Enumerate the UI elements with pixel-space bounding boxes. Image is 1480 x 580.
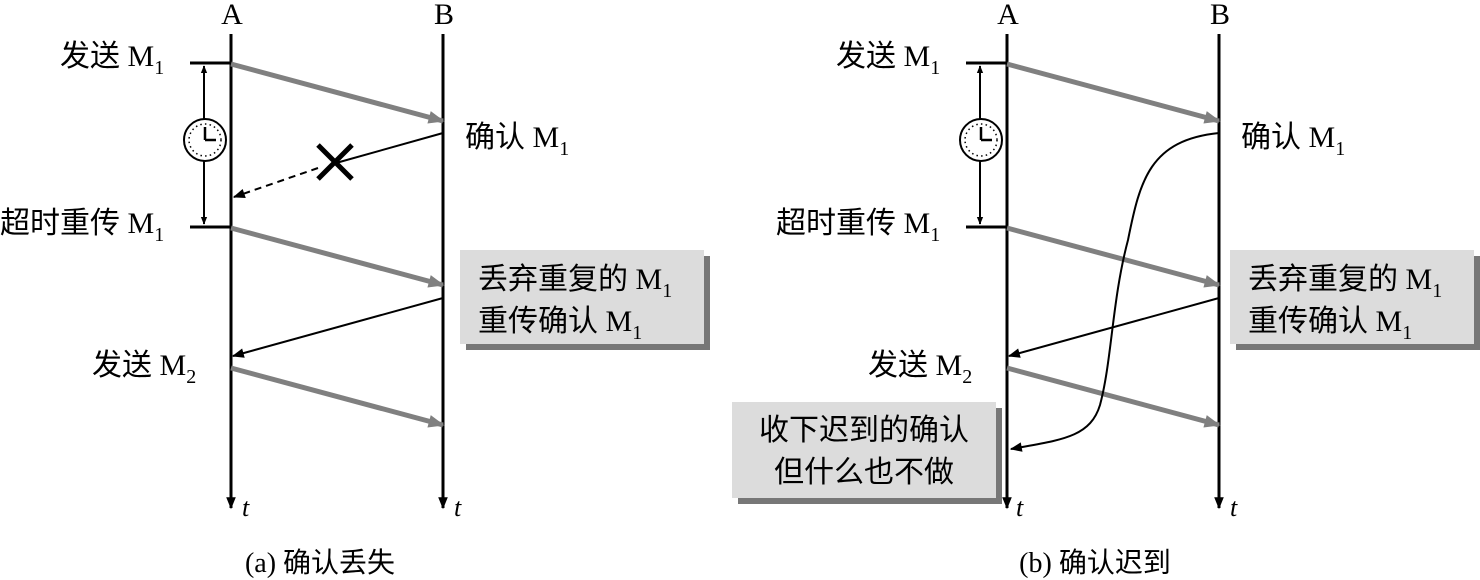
caption-b: (b) 确认迟到 — [1019, 547, 1171, 579]
time-label-b: t — [454, 493, 462, 522]
time-label-a: t — [242, 493, 250, 522]
m1-frame-arrow — [1006, 61, 1221, 124]
late-ack-box: 收下迟到的确认 但什么也不做 — [732, 402, 1002, 504]
discard-duplicate-box: 丢弃重复的 M1 重传确认 M1 — [460, 250, 710, 350]
stop-and-wait-diagram: A B t t 发送 M1 确认 M1 超时重传 M1 发送 M2 丢弃重复的 … — [0, 0, 1480, 579]
late-box-line2: 但什么也不做 — [774, 456, 954, 489]
node-a-label: A — [221, 0, 243, 31]
node-b-label: B — [434, 0, 454, 31]
time-label-b: t — [1230, 493, 1238, 522]
send-m1-label: 发送 M1 — [836, 40, 940, 79]
lost-x-icon — [316, 143, 354, 181]
ack-m1-retx-arrow — [231, 297, 444, 358]
send-m2-label: 发送 M2 — [868, 349, 972, 388]
caption-a: (a) 确认丢失 — [245, 547, 395, 579]
ack-m1-label: 确认 M1 — [1241, 121, 1345, 160]
clock-icon — [183, 118, 227, 162]
ack-m1-retx-arrow — [1007, 297, 1220, 358]
late-ack-curve — [1009, 132, 1220, 452]
m2-frame-arrow — [230, 365, 445, 428]
send-m2-label: 发送 M2 — [92, 349, 196, 388]
node-a-label: A — [997, 0, 1019, 31]
ack-m1-lost-dashed — [232, 167, 319, 199]
retx-m1-label: 超时重传 M1 — [0, 207, 164, 246]
m1-frame-arrow — [230, 61, 445, 124]
discard-duplicate-box: 丢弃重复的 M1 重传确认 M1 — [1230, 250, 1480, 350]
m2-frame-arrow — [1006, 365, 1221, 428]
node-b-label: B — [1210, 0, 1230, 31]
late-box-line1: 收下迟到的确认 — [759, 414, 969, 447]
send-m1-label: 发送 M1 — [60, 40, 164, 79]
m1-retx-frame-arrow — [1006, 225, 1221, 288]
diagram-b: A B t t 发送 M1 确认 M1 超时重传 M1 发送 M2 丢弃重复的 … — [732, 0, 1480, 579]
ack-m1-label: 确认 M1 — [465, 121, 569, 160]
retx-m1-label: 超时重传 M1 — [776, 207, 940, 246]
diagram-a: A B t t 发送 M1 确认 M1 超时重传 M1 发送 M2 丢弃重复的 … — [0, 0, 710, 579]
clock-icon — [959, 118, 1003, 162]
time-label-a: t — [1016, 493, 1024, 522]
m1-retx-frame-arrow — [230, 225, 445, 288]
